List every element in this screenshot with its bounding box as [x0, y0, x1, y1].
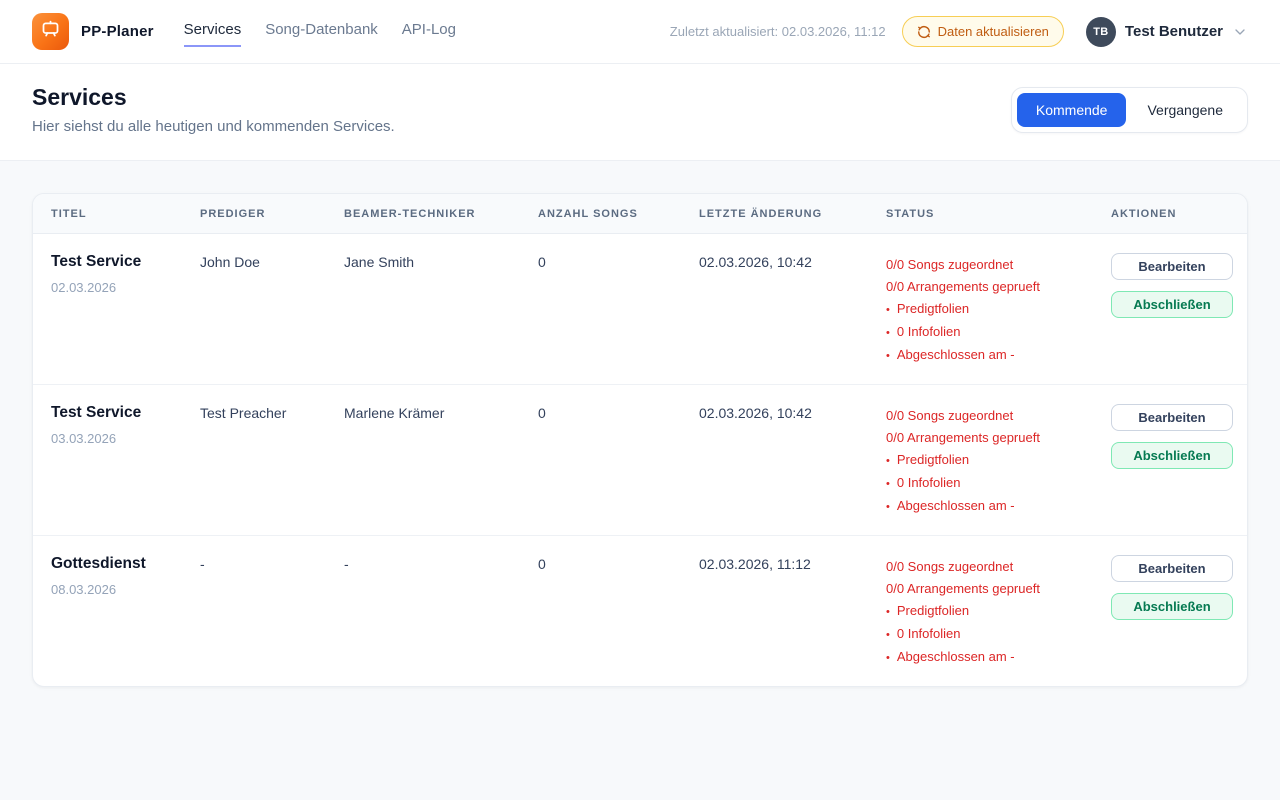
- letzte-aenderung-cell: 02.03.2026, 10:42: [699, 402, 886, 421]
- status-line: 0/0 Arrangements geprueft: [886, 276, 1111, 298]
- status-bullet-item: Predigtfolien: [886, 298, 1111, 321]
- anzahl-songs-cell: 0: [538, 553, 699, 572]
- anzahl-songs-cell: 0: [538, 402, 699, 421]
- refresh-button-label: Daten aktualisieren: [938, 24, 1049, 39]
- services-table: TITEL PREDIGER BEAMER-TECHNIKER ANZAHL S…: [32, 193, 1248, 687]
- status-bullet-item: Abgeschlossen am -: [886, 344, 1111, 367]
- page-header-text: Services Hier siehst du alle heutigen un…: [32, 84, 395, 135]
- service-title: Gottesdienst: [51, 553, 200, 573]
- status-bullet-item: Predigtfolien: [886, 600, 1111, 623]
- status-bullet-item: Abgeschlossen am -: [886, 495, 1111, 518]
- anzahl-songs-cell: 0: [538, 251, 699, 270]
- page-subtitle: Hier siehst du alle heutigen und kommend…: [32, 118, 395, 135]
- service-date: 08.03.2026: [51, 582, 200, 597]
- complete-button[interactable]: Abschließen: [1111, 593, 1233, 620]
- status-cell: 0/0 Songs zugeordnet0/0 Arrangements gep…: [886, 553, 1111, 669]
- page-header: Services Hier siehst du alle heutigen un…: [0, 64, 1280, 161]
- brand-name: PP-Planer: [81, 23, 154, 40]
- top-navbar: PP-Planer Services Song-Datenbank API-Lo…: [0, 0, 1280, 64]
- main-content: TITEL PREDIGER BEAMER-TECHNIKER ANZAHL S…: [0, 161, 1280, 719]
- nav-item-song-datenbank[interactable]: Song-Datenbank: [265, 17, 378, 47]
- table-row: Test Service 02.03.2026 John Doe Jane Sm…: [33, 234, 1247, 385]
- beamer-techniker-cell: Marlene Krämer: [344, 402, 538, 421]
- column-header-status: STATUS: [886, 208, 1111, 220]
- refresh-data-button[interactable]: Daten aktualisieren: [902, 16, 1064, 47]
- filter-past-button[interactable]: Vergangene: [1128, 93, 1242, 127]
- status-cell: 0/0 Songs zugeordnet0/0 Arrangements gep…: [886, 251, 1111, 367]
- projector-icon: [40, 19, 61, 45]
- app-logo: [32, 13, 69, 50]
- beamer-techniker-cell: Jane Smith: [344, 251, 538, 270]
- nav-item-api-log[interactable]: API-Log: [402, 17, 456, 47]
- edit-button[interactable]: Bearbeiten: [1111, 555, 1233, 582]
- status-line: 0/0 Songs zugeordnet: [886, 405, 1111, 427]
- status-bullet-item: 0 Infofolien: [886, 472, 1111, 495]
- user-name: Test Benutzer: [1125, 23, 1223, 40]
- status-line: 0/0 Songs zugeordnet: [886, 254, 1111, 276]
- avatar: TB: [1086, 17, 1116, 47]
- brand: PP-Planer: [32, 13, 154, 50]
- table-header-row: TITEL PREDIGER BEAMER-TECHNIKER ANZAHL S…: [33, 194, 1247, 234]
- refresh-icon: [917, 25, 931, 39]
- prediger-cell: John Doe: [200, 251, 344, 270]
- page-title: Services: [32, 84, 395, 111]
- edit-button[interactable]: Bearbeiten: [1111, 253, 1233, 280]
- status-bullet-item: 0 Infofolien: [886, 321, 1111, 344]
- table-body: Test Service 02.03.2026 John Doe Jane Sm…: [33, 234, 1247, 686]
- table-row: Gottesdienst 08.03.2026 - - 0 02.03.2026…: [33, 536, 1247, 686]
- complete-button[interactable]: Abschließen: [1111, 291, 1233, 318]
- nav-item-services[interactable]: Services: [184, 17, 242, 47]
- column-header-anzahl-songs: ANZAHL SONGS: [538, 208, 699, 220]
- table-row: Test Service 03.03.2026 Test Preacher Ma…: [33, 385, 1247, 536]
- service-title: Test Service: [51, 251, 200, 271]
- user-menu[interactable]: TB Test Benutzer: [1086, 17, 1248, 47]
- service-title-cell: Gottesdienst 08.03.2026: [51, 553, 200, 597]
- actions-cell: Bearbeiten Abschließen: [1111, 251, 1233, 318]
- letzte-aenderung-cell: 02.03.2026, 11:12: [699, 553, 886, 572]
- main-nav: Services Song-Datenbank API-Log: [184, 17, 456, 47]
- column-header-letzte-aenderung: LETZTE ÄNDERUNG: [699, 208, 886, 220]
- column-header-prediger: PREDIGER: [200, 208, 344, 220]
- complete-button[interactable]: Abschließen: [1111, 442, 1233, 469]
- service-date: 03.03.2026: [51, 431, 200, 446]
- status-line: 0/0 Arrangements geprueft: [886, 427, 1111, 449]
- service-title-cell: Test Service 02.03.2026: [51, 251, 200, 295]
- service-date: 02.03.2026: [51, 280, 200, 295]
- column-header-aktionen: AKTIONEN: [1111, 208, 1229, 220]
- status-bullet-item: Predigtfolien: [886, 449, 1111, 472]
- service-title: Test Service: [51, 402, 200, 422]
- prediger-cell: Test Preacher: [200, 402, 344, 421]
- actions-cell: Bearbeiten Abschließen: [1111, 553, 1233, 620]
- last-updated-text: Zuletzt aktualisiert: 02.03.2026, 11:12: [670, 24, 886, 39]
- navbar-right: Zuletzt aktualisiert: 02.03.2026, 11:12 …: [670, 16, 1248, 47]
- beamer-techniker-cell: -: [344, 553, 538, 572]
- chevron-down-icon: [1232, 24, 1248, 40]
- column-header-beamer-techniker: BEAMER-TECHNIKER: [344, 208, 538, 220]
- service-title-cell: Test Service 03.03.2026: [51, 402, 200, 446]
- status-line: 0/0 Arrangements geprueft: [886, 578, 1111, 600]
- letzte-aenderung-cell: 02.03.2026, 10:42: [699, 251, 886, 270]
- edit-button[interactable]: Bearbeiten: [1111, 404, 1233, 431]
- filter-upcoming-button[interactable]: Kommende: [1017, 93, 1127, 127]
- status-bullet-item: Abgeschlossen am -: [886, 646, 1111, 669]
- prediger-cell: -: [200, 553, 344, 572]
- status-line: 0/0 Songs zugeordnet: [886, 556, 1111, 578]
- column-header-titel: TITEL: [51, 208, 200, 220]
- actions-cell: Bearbeiten Abschließen: [1111, 402, 1233, 469]
- status-bullet-item: 0 Infofolien: [886, 623, 1111, 646]
- status-cell: 0/0 Songs zugeordnet0/0 Arrangements gep…: [886, 402, 1111, 518]
- filter-segmented-control: Kommende Vergangene: [1011, 87, 1248, 133]
